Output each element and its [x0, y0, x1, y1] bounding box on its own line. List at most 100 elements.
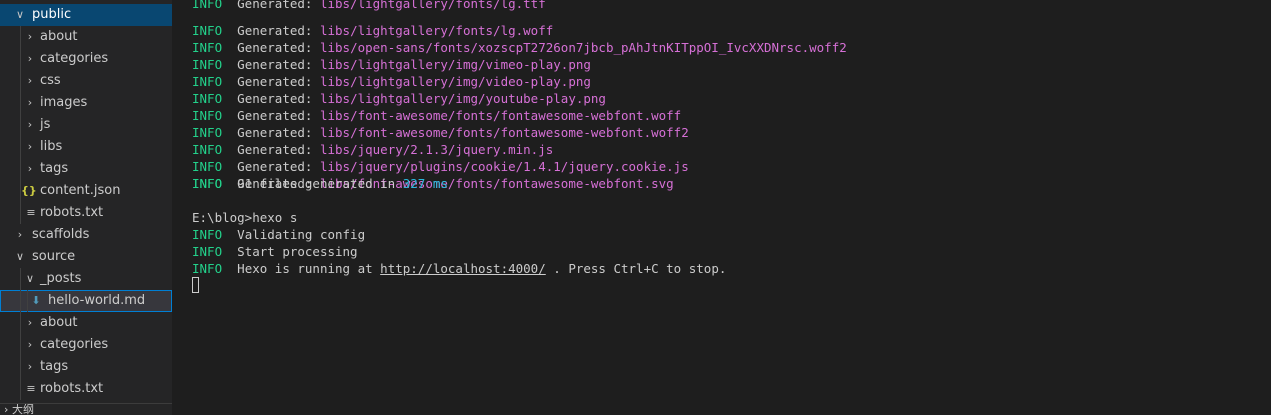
- tree-folder-about[interactable]: › about: [0, 312, 172, 334]
- generated-path: libs/lightgallery/img/vimeo-play.png: [319, 57, 591, 72]
- terminal-generated-line: INFO Generated: libs/lightgallery/img/vi…: [192, 73, 591, 90]
- outline-section-header[interactable]: › 大纲: [0, 403, 172, 415]
- tree-label: tags: [40, 359, 69, 374]
- tree-folder-libs[interactable]: › libs: [0, 136, 172, 158]
- tree-label: robots.txt: [40, 381, 104, 396]
- tree-label: about: [40, 29, 78, 44]
- log-level: INFO: [192, 91, 223, 106]
- tree-label: categories: [40, 337, 109, 352]
- log-level: INFO: [192, 23, 223, 38]
- generated-prefix: Generated:: [237, 74, 320, 89]
- generated-prefix: Generated:: [237, 23, 320, 38]
- tree-label: source: [32, 249, 76, 264]
- log-level: INFO: [192, 261, 223, 276]
- tree-label: about: [40, 315, 78, 330]
- chevron-right-icon: ›: [27, 338, 33, 351]
- terminal-generated-line: INFO Generated: libs/open-sans/fonts/xoz…: [192, 39, 847, 56]
- tree-folder-scaffolds[interactable]: › scaffolds: [0, 224, 172, 246]
- indent-guide: [20, 268, 21, 290]
- tree-file-hello-world-md[interactable]: ⬇ hello-world.md: [0, 290, 172, 312]
- generated-path: libs/jquery/plugins/cookie/1.4.1/jquery.…: [319, 159, 689, 174]
- log-level: INFO: [192, 176, 223, 191]
- generated-prefix: Generated:: [237, 40, 320, 55]
- text-file-icon: ≡: [26, 382, 36, 395]
- terminal-generated-line: INFO Generated: libs/font-awesome/fonts/…: [192, 124, 689, 141]
- terminal-generated-line: INFO Generated: libs/lightgallery/fonts/…: [192, 22, 553, 39]
- terminal-line-clipped: INFO Generated: libs/lightgallery/fonts/…: [192, 0, 546, 11]
- tree-file-robots-txt[interactable]: ≡ robots.txt: [0, 202, 172, 224]
- tree-label: hello-world.md: [48, 293, 146, 308]
- tree-folder-source[interactable]: ∨ source: [0, 246, 172, 268]
- json-file-icon: {}: [21, 184, 37, 197]
- tree-folder-categories[interactable]: › categories: [0, 48, 172, 70]
- chevron-down-icon: ∨: [25, 272, 35, 285]
- generated-path: libs/jquery/2.1.3/jquery.min.js: [319, 142, 554, 157]
- localhost-link[interactable]: http://localhost:4000/: [380, 261, 546, 276]
- indent-guide: [20, 290, 21, 312]
- log-level: INFO: [192, 244, 223, 259]
- tree-folder-public[interactable]: ∨ public: [0, 4, 172, 26]
- tree-folder-tags[interactable]: › tags: [0, 356, 172, 378]
- chevron-right-icon: ›: [27, 360, 33, 373]
- generated-prefix: Generated:: [237, 57, 320, 72]
- generated-path: libs/open-sans/fonts/xozscpT2726on7jbcb_…: [319, 40, 847, 55]
- log-level: INFO: [192, 74, 223, 89]
- summary-time: 327 ms: [402, 176, 448, 191]
- tree-folder-posts[interactable]: ∨ _posts: [0, 268, 172, 290]
- generated-prefix: Generated:: [237, 91, 320, 106]
- log-level: INFO: [192, 142, 223, 157]
- tree-label: css: [40, 73, 61, 88]
- indent-guide: [20, 92, 21, 114]
- log-level: INFO: [192, 227, 223, 242]
- terminal-panel[interactable]: INFO Generated: libs/lightgallery/fonts/…: [172, 0, 1271, 415]
- indent-guide: [20, 356, 21, 378]
- chevron-down-icon: ∨: [15, 8, 25, 21]
- terminal-generated-line: INFO Generated: libs/jquery/plugins/cook…: [192, 158, 689, 175]
- terminal-generated-line: INFO Generated: libs/lightgallery/img/yo…: [192, 90, 606, 107]
- generated-prefix: Generated:: [237, 159, 320, 174]
- indent-guide: [20, 26, 21, 48]
- log-level: INFO: [192, 108, 223, 123]
- terminal-status-line: INFO Validating config: [192, 226, 365, 243]
- terminal-generated-line: INFO Generated: libs/jquery/2.1.3/jquery…: [192, 141, 553, 158]
- running-text: Hexo is running at: [237, 261, 381, 276]
- chevron-right-icon: ›: [27, 30, 33, 43]
- terminal-cursor: [192, 277, 199, 293]
- chevron-down-icon: ∨: [15, 250, 25, 263]
- status-text: Validating config: [237, 227, 366, 242]
- terminal-status-line: INFO Start processing: [192, 243, 358, 260]
- tree-folder-categories[interactable]: › categories: [0, 334, 172, 356]
- indent-guide: [20, 48, 21, 70]
- command-prompt: E:\blog>hexo s: [192, 210, 298, 225]
- log-level: INFO: [192, 57, 223, 72]
- generated-path: libs/lightgallery/img/youtube-play.png: [319, 91, 606, 106]
- generated-path: libs/font-awesome/fonts/fontawesome-webf…: [319, 125, 689, 140]
- terminal-prompt-line: E:\blog>hexo s: [192, 209, 297, 226]
- chevron-right-icon: ›: [27, 162, 33, 175]
- tree-label: public: [32, 7, 72, 22]
- log-level: INFO: [192, 40, 223, 55]
- tree-label: libs: [40, 139, 63, 154]
- generated-prefix: Generated:: [237, 108, 320, 123]
- tree-label: scaffolds: [32, 227, 90, 242]
- status-text: Start processing: [237, 244, 358, 259]
- tree-label: tags: [40, 161, 69, 176]
- log-level: INFO: [192, 125, 223, 140]
- generated-path: libs/lightgallery/fonts/lg.woff: [319, 23, 554, 38]
- text-file-icon: ≡: [26, 206, 36, 219]
- markdown-file-icon: ⬇: [31, 294, 41, 307]
- tree-folder-tags[interactable]: › tags: [0, 158, 172, 180]
- explorer-sidebar: ∨ public › about › categories › css › im…: [0, 0, 172, 415]
- tree-folder-css[interactable]: › css: [0, 70, 172, 92]
- indent-guide: [20, 312, 21, 334]
- terminal-generated-line: INFO Generated: libs/font-awesome/fonts/…: [192, 107, 681, 124]
- tree-file-robots-txt[interactable]: ≡ robots.txt: [0, 378, 172, 400]
- indent-guide: [20, 202, 21, 224]
- tree-folder-images[interactable]: › images: [0, 92, 172, 114]
- tree-folder-js[interactable]: › js: [0, 114, 172, 136]
- tree-label: categories: [40, 51, 109, 66]
- tree-file-content-json[interactable]: {} content.json: [0, 180, 172, 202]
- tree-folder-about[interactable]: › about: [0, 26, 172, 48]
- tree-label: content.json: [40, 183, 121, 198]
- terminal-generated-line: INFO Generated: libs/lightgallery/img/vi…: [192, 56, 591, 73]
